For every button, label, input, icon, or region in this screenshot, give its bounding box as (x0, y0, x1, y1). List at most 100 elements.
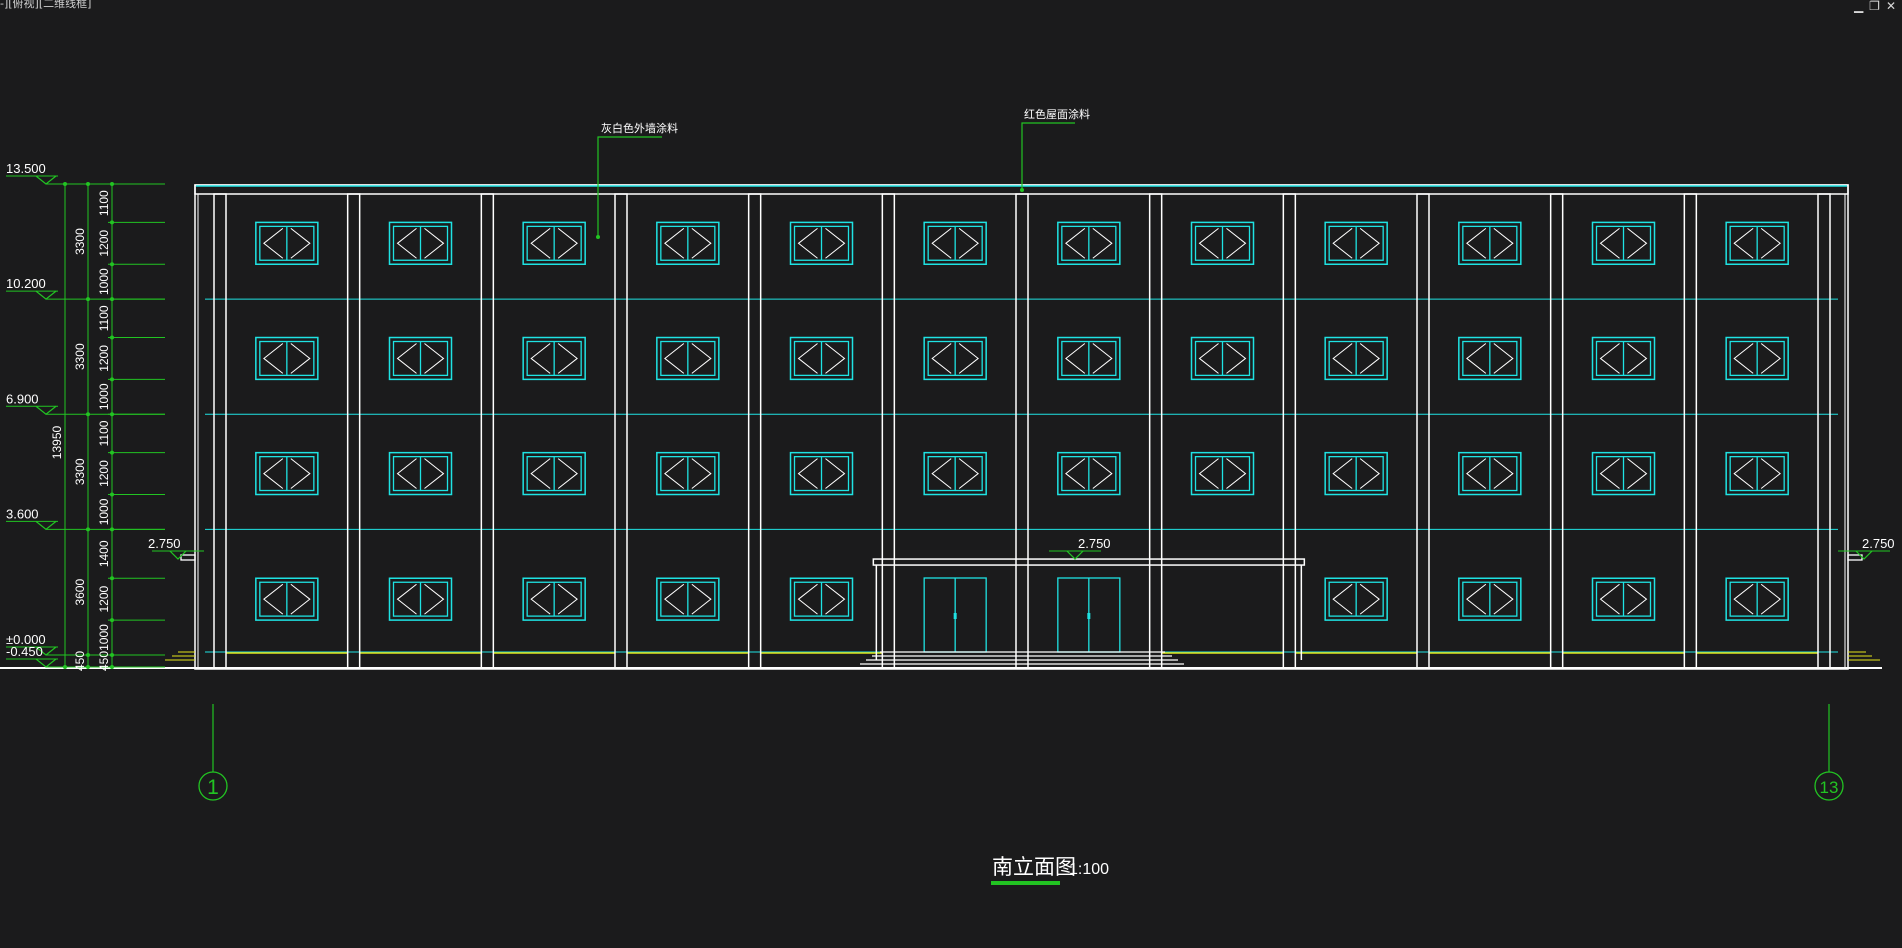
pilaster (1817, 193, 1831, 669)
dim-tick (110, 220, 114, 225)
pilaster (1683, 193, 1698, 669)
window (255, 577, 319, 621)
window-swing-right (1760, 458, 1781, 489)
segment-label: 1200 (97, 230, 111, 257)
segment-label: 1400 (97, 540, 111, 567)
window-swing-left (1733, 583, 1754, 615)
segment-label: 450 (97, 651, 111, 671)
window-swing-right (557, 227, 578, 259)
segment-label: 1000 (97, 268, 111, 295)
segment-label: 1100 (97, 420, 111, 446)
level-triangle (1066, 550, 1084, 560)
dim-tick (110, 450, 114, 455)
window-swing-left (530, 343, 551, 374)
level-mark: 13.500 (6, 161, 58, 185)
window-swing-right (958, 458, 979, 489)
window-swing-left (797, 343, 818, 374)
window-swing-left (931, 458, 952, 489)
floor-height-label: 3600 (73, 579, 87, 606)
window-swing-left (931, 227, 952, 259)
window-swing-left (1466, 343, 1487, 374)
window-swing-left (1332, 343, 1353, 374)
window (388, 577, 453, 621)
window-swing-right (825, 343, 846, 374)
segment-label: 1000 (97, 498, 111, 525)
window-swing-left (396, 343, 417, 374)
window-swing-left (530, 227, 551, 259)
level-label: -0.450 (6, 644, 43, 659)
pilaster (1015, 193, 1029, 669)
floor-height-label: 3300 (73, 343, 87, 370)
dim-tick (86, 665, 90, 669)
window-swing-right (1359, 227, 1380, 259)
window-swing-left (1599, 583, 1620, 615)
window-swing-right (290, 343, 311, 374)
window-swing-left (1198, 343, 1219, 374)
dim-tick (110, 377, 114, 382)
segment-label: 1200 (97, 586, 111, 613)
axis-marker-left: 1 (198, 704, 228, 801)
total-height-label: 13950 (50, 425, 64, 459)
window (1458, 451, 1522, 496)
window-swing-left (797, 227, 818, 259)
canopy-level-center: 2.750 (1049, 536, 1111, 560)
window-swing-right (1226, 343, 1247, 374)
dim-tick (110, 412, 114, 417)
window (1725, 336, 1789, 381)
window-swing-left (396, 583, 417, 615)
window (1324, 336, 1388, 381)
dim-tick (110, 335, 114, 340)
window (522, 336, 586, 381)
dim-tick (110, 618, 114, 623)
pilaster (614, 193, 628, 669)
window-swing-left (1466, 583, 1487, 615)
window-swing-right (1092, 458, 1113, 489)
level-label: 3.600 (6, 506, 39, 521)
window (1190, 451, 1255, 496)
window (1190, 221, 1255, 265)
window (1725, 451, 1789, 496)
window (522, 221, 586, 265)
window-swing-right (1493, 458, 1514, 489)
window-swing-left (263, 343, 284, 374)
window-swing-left (1065, 227, 1086, 259)
window-swing-left (530, 583, 551, 615)
window-swing-right (1226, 458, 1247, 489)
cad-drawing-canvas[interactable]: 13.50010.2006.9003.600±0.000-0.450139503… (0, 0, 1902, 948)
dim-tick (63, 182, 67, 186)
window-swing-right (557, 458, 578, 489)
window-swing-right (424, 227, 445, 259)
window (656, 336, 720, 381)
window (1591, 577, 1656, 621)
pilaster (881, 193, 896, 669)
segment-label: 1000 (97, 624, 111, 651)
window-swing-right (557, 583, 578, 615)
window-swing-left (1733, 343, 1754, 374)
segment-label: 1100 (97, 190, 111, 216)
window-swing-left (1065, 458, 1086, 489)
window (656, 577, 720, 621)
wall-finish-label: 灰白色外墙涂料 (601, 121, 678, 135)
window (1591, 451, 1656, 496)
drawing-scale: 1:100 (1069, 861, 1109, 878)
segment-label: 1200 (97, 345, 111, 372)
window-swing-right (1627, 583, 1648, 615)
level-triangle (35, 658, 57, 668)
dim-tick (86, 412, 90, 417)
axis-label-left: 1 (207, 776, 219, 799)
window-swing-right (958, 227, 979, 259)
window-swing-left (664, 227, 685, 259)
window (1591, 221, 1656, 265)
window (1057, 451, 1121, 496)
window (1324, 451, 1388, 496)
canopy-level-right: 2.750 (1838, 536, 1895, 560)
level-triangle (35, 290, 57, 300)
drawing-title-block: 南立面图 1:100 (991, 856, 1109, 885)
window-swing-left (1599, 227, 1620, 259)
window-swing-right (1627, 227, 1648, 259)
pilaster (1148, 193, 1163, 669)
window-swing-left (931, 343, 952, 374)
side-canopy-left (180, 554, 196, 561)
window-swing-left (1065, 343, 1086, 374)
entrance-canopy (872, 558, 1306, 566)
